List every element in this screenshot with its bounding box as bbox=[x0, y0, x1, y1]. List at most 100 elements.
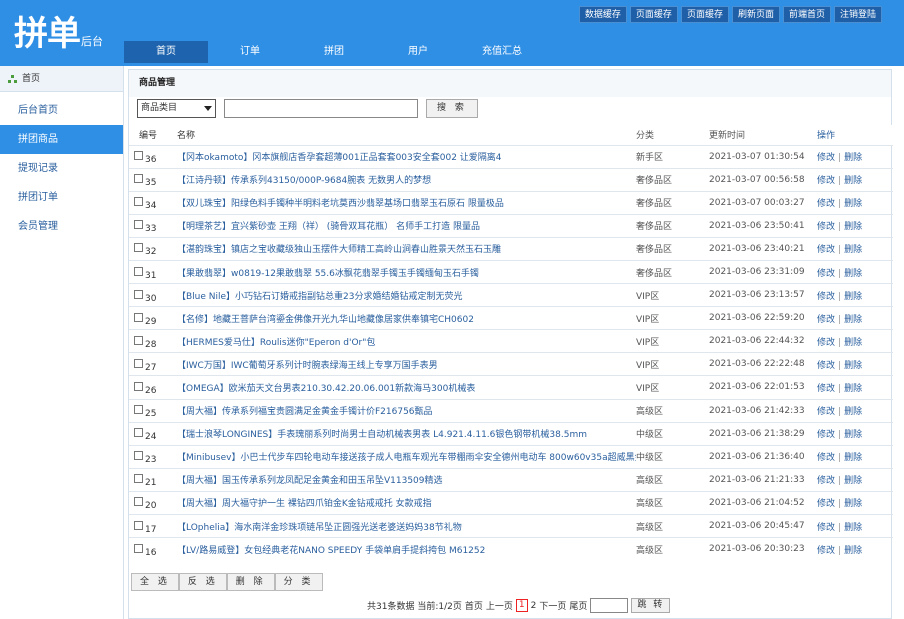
row-name-link[interactable]: 【湛韵珠宝】镇店之宝收藏级独山玉摆件大师精工高岭山涧春山胜景天然玉石玉雕 bbox=[177, 245, 501, 255]
row-edit-link[interactable]: 修改 bbox=[817, 292, 835, 302]
row-name-link[interactable]: 【OMEGA】欧米茄天文台男表210.30.42.20.06.001新款海马30… bbox=[177, 384, 475, 394]
row-edit-link[interactable]: 修改 bbox=[817, 153, 835, 163]
row-checkbox[interactable] bbox=[134, 266, 143, 276]
delete-button[interactable]: 删 除 bbox=[226, 573, 275, 591]
row-delete-link[interactable]: 删除 bbox=[844, 546, 862, 556]
row-name-link[interactable]: 【LOphelia】海水南洋金珍珠项链吊坠正圆强光送老婆送妈妈38节礼物 bbox=[177, 523, 462, 533]
row-checkbox[interactable] bbox=[134, 243, 143, 253]
row-edit-link[interactable]: 修改 bbox=[817, 546, 835, 556]
row-delete-link[interactable]: 删除 bbox=[844, 315, 862, 325]
search-button[interactable]: 搜 索 bbox=[426, 98, 478, 118]
frontend-home-button[interactable]: 前端首页 bbox=[782, 6, 831, 23]
row-delete-link[interactable]: 删除 bbox=[844, 499, 862, 509]
row-delete-link[interactable]: 删除 bbox=[844, 384, 862, 394]
row-delete-link[interactable]: 删除 bbox=[844, 338, 862, 348]
row-checkbox[interactable] bbox=[134, 474, 143, 484]
row-checkbox[interactable] bbox=[134, 381, 143, 391]
row-checkbox[interactable] bbox=[134, 543, 143, 553]
pager-prev[interactable]: 上一页 bbox=[486, 599, 513, 612]
row-name-link[interactable]: 【果敢翡翠】w0819-12果敢翡翠 55.6冰飘花翡翠手镯玉手镯缅甸玉石手镯 bbox=[177, 269, 479, 279]
row-name-link[interactable]: 【周大福】国玉传承系列龙凤配足金黄金和田玉吊坠V113509精选 bbox=[177, 476, 443, 486]
row-edit-link[interactable]: 修改 bbox=[817, 384, 835, 394]
row-checkbox[interactable] bbox=[134, 197, 143, 207]
goto-button[interactable]: 跳 转 bbox=[631, 598, 671, 613]
data-cache-button[interactable]: 数据缓存 bbox=[578, 6, 627, 23]
row-edit-link[interactable]: 修改 bbox=[817, 222, 835, 232]
row-name-link[interactable]: 【明理茶艺】宜兴紫砂壶 王翔（祥） (骑骨双耳花瓶） 名师手工打造 限量品 bbox=[177, 222, 480, 232]
refresh-page-button[interactable]: 刷新页面 bbox=[731, 6, 780, 23]
row-delete-link[interactable]: 删除 bbox=[844, 199, 862, 209]
row-name-link[interactable]: 【冈本okamoto】冈本旗舰店香孕套超薄001正品套套003安全套002 让爱… bbox=[177, 153, 502, 163]
row-checkbox[interactable] bbox=[134, 289, 143, 299]
row-delete-link[interactable]: 删除 bbox=[844, 292, 862, 302]
row-name-link[interactable]: 【IWC万国】IWC葡萄牙系列计时腕表绿海王线上专享万国手表男 bbox=[177, 361, 438, 371]
row-checkbox[interactable] bbox=[134, 451, 143, 461]
row-delete-link[interactable]: 删除 bbox=[844, 476, 862, 486]
row-edit-link[interactable]: 修改 bbox=[817, 338, 835, 348]
row-name-link[interactable]: 【Minibusev】小巴士代步车四轮电动车接送孩子成人电瓶车观光车带棚雨伞安全… bbox=[177, 453, 636, 463]
row-name-link[interactable]: 【名修】地藏王菩萨台湾鎏金佛像开光九华山地藏像居家供奉镇宅CH0602 bbox=[177, 315, 474, 325]
sidebar-item-member-management[interactable]: 会员管理 bbox=[0, 212, 123, 241]
nav-users[interactable]: 用户 bbox=[376, 41, 460, 63]
classify-button[interactable]: 分 类 bbox=[274, 573, 323, 591]
sidebar-item-withdraw-records[interactable]: 提现记录 bbox=[0, 154, 123, 183]
row-name-link[interactable]: 【双儿珠宝】阳绿色料手镯种半明料老坑莫西沙翡翠基场口翡翠玉石原石 限量极品 bbox=[177, 199, 504, 209]
sidebar-item-admin-home[interactable]: 后台首页 bbox=[0, 96, 123, 125]
pager-next[interactable]: 下一页 bbox=[539, 599, 566, 612]
row-name-link[interactable]: 【江诗丹顿】传承系列43150/000P-9684腕表 无数男人的梦想 bbox=[177, 176, 431, 186]
nav-home[interactable]: 首页 bbox=[124, 41, 208, 63]
nav-group-buy[interactable]: 拼团 bbox=[292, 41, 376, 63]
row-checkbox[interactable] bbox=[134, 497, 143, 507]
invert-selection-button[interactable]: 反 选 bbox=[178, 573, 227, 591]
nav-orders[interactable]: 订单 bbox=[208, 41, 292, 63]
row-delete-link[interactable]: 删除 bbox=[844, 453, 862, 463]
row-edit-link[interactable]: 修改 bbox=[817, 361, 835, 371]
sidebar-item-group-orders[interactable]: 拼团订单 bbox=[0, 183, 123, 212]
row-edit-link[interactable]: 修改 bbox=[817, 407, 835, 417]
row-edit-link[interactable]: 修改 bbox=[817, 176, 835, 186]
row-delete-link[interactable]: 删除 bbox=[844, 153, 862, 163]
pager-page-1[interactable]: 1 bbox=[515, 599, 528, 612]
row-name-link[interactable]: 【LV/路易威登】女包经典老花NANO SPEEDY 手袋单肩手提斜挎包 M61… bbox=[177, 546, 485, 556]
logout-button[interactable]: 注销登陆 bbox=[833, 6, 882, 23]
page-cache-button-1[interactable]: 页面缓存 bbox=[629, 6, 678, 23]
row-name-link[interactable]: 【周大福】传承系列福宝贵圆满足金黄金手镯计价F216756甄品 bbox=[177, 407, 433, 417]
page-cache-button-2[interactable]: 页面缓存 bbox=[680, 6, 729, 23]
goto-page-input[interactable] bbox=[590, 598, 629, 613]
row-delete-link[interactable]: 删除 bbox=[844, 245, 862, 255]
row-delete-link[interactable]: 删除 bbox=[844, 523, 862, 533]
row-delete-link[interactable]: 删除 bbox=[844, 176, 862, 186]
row-delete-link[interactable]: 删除 bbox=[844, 407, 862, 417]
select-all-button[interactable]: 全 选 bbox=[131, 573, 179, 591]
row-edit-link[interactable]: 修改 bbox=[817, 476, 835, 486]
row-delete-link[interactable]: 删除 bbox=[844, 222, 862, 232]
row-delete-link[interactable]: 删除 bbox=[844, 430, 862, 440]
row-edit-link[interactable]: 修改 bbox=[817, 245, 835, 255]
row-checkbox[interactable] bbox=[134, 335, 143, 345]
row-delete-link[interactable]: 删除 bbox=[844, 361, 862, 371]
row-edit-link[interactable]: 修改 bbox=[817, 430, 835, 440]
row-edit-link[interactable]: 修改 bbox=[817, 199, 835, 209]
row-edit-link[interactable]: 修改 bbox=[817, 269, 835, 279]
row-name-link[interactable]: 【瑞士浪琴LONGINES】手表瑰丽系列时尚男士自动机械表男表 L4.921.4… bbox=[177, 430, 587, 440]
row-checkbox[interactable] bbox=[134, 220, 143, 230]
row-checkbox[interactable] bbox=[134, 151, 143, 161]
search-input[interactable] bbox=[224, 98, 418, 118]
pager-first[interactable]: 首页 bbox=[465, 599, 483, 612]
row-delete-link[interactable]: 删除 bbox=[844, 269, 862, 279]
row-name-link[interactable]: 【Blue Nile】小巧钻石订婚戒指副钻总重23分求婚结婚钻戒定制无荧光 bbox=[177, 292, 463, 302]
row-checkbox[interactable] bbox=[134, 520, 143, 530]
row-edit-link[interactable]: 修改 bbox=[817, 315, 835, 325]
row-name-link[interactable]: 【周大福】周大福守护一生 裸钻四爪铂金K金钻戒戒托 女款戒指 bbox=[177, 499, 432, 509]
row-checkbox[interactable] bbox=[134, 428, 143, 438]
row-edit-link[interactable]: 修改 bbox=[817, 499, 835, 509]
row-checkbox[interactable] bbox=[134, 405, 143, 415]
row-checkbox[interactable] bbox=[134, 312, 143, 322]
row-name-link[interactable]: 【HERMES爱马仕】Roulis迷你"Eperon d'Or"包 bbox=[177, 338, 375, 348]
row-checkbox[interactable] bbox=[134, 174, 143, 184]
row-edit-link[interactable]: 修改 bbox=[817, 453, 835, 463]
row-checkbox[interactable] bbox=[134, 358, 143, 368]
pager-page-2[interactable]: 2 bbox=[531, 601, 537, 611]
pager-last[interactable]: 尾页 bbox=[569, 599, 587, 612]
nav-recharge-summary[interactable]: 充值汇总 bbox=[460, 41, 544, 63]
